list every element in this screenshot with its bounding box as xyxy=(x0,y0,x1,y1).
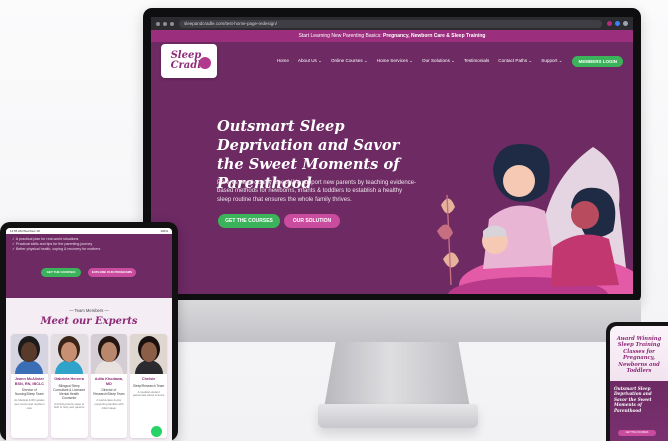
announcement-prefix: Start Learning New Parenting Basics: xyxy=(298,33,382,39)
expert-cards: Jeann McAlister BSN, RN, IBCLC Director … xyxy=(11,334,167,438)
window-controls[interactable] xyxy=(156,21,174,26)
nav-online-courses[interactable]: Online Courses ⌄ xyxy=(331,58,368,64)
our-solution-button[interactable]: OUR SOLUTION xyxy=(284,214,340,228)
phone-screen: Award Winning Sleep Training Classes for… xyxy=(610,326,668,441)
expert-description: As Medical & RN guides new moms and newb… xyxy=(14,398,45,410)
expert-photo xyxy=(130,334,167,374)
monitor-stand xyxy=(324,342,470,408)
expert-description: A thriving family sleep is built to help… xyxy=(53,401,85,410)
nav-home[interactable]: Home xyxy=(277,58,289,64)
expert-card[interactable]: Jeann McAlister BSN, RN, IBCLC Director … xyxy=(11,334,48,438)
expert-role: Sleep/Research Team xyxy=(132,383,165,388)
device-mockup-scene: sleepandcradle.com/test-home-page-redesi… xyxy=(0,0,668,441)
phone-page-title: Award Winning Sleep Training Classes for… xyxy=(616,336,662,375)
expert-card[interactable]: Adila Khodawa, MD Director of Research/S… xyxy=(90,334,128,438)
desktop-screen: sleepandcradle.com/test-home-page-redesi… xyxy=(151,17,633,294)
tablet-device: 11:55 AM Wed Dec 18 100% ✓ A practical p… xyxy=(0,222,178,441)
moon-icon xyxy=(199,57,211,69)
expert-description: A world-class doctor supporting families… xyxy=(94,398,124,410)
browser-extension-icons[interactable] xyxy=(607,21,628,26)
monitor-base xyxy=(318,404,478,428)
expert-photo xyxy=(11,334,48,374)
nav-our-solutions[interactable]: Our Solutions ⌄ xyxy=(422,58,455,64)
expert-card[interactable]: Gabriela Herrera Bilingual Sleep Consult… xyxy=(50,334,88,438)
mother-baby-illustration xyxy=(437,144,633,294)
expert-description: A medical student passionate about scien… xyxy=(132,389,165,398)
whatsapp-icon[interactable] xyxy=(151,426,162,437)
nav-about-us[interactable]: About Us ⌄ xyxy=(298,58,322,64)
browser-toolbar: sleepandcradle.com/test-home-page-redesi… xyxy=(151,17,633,30)
expert-name: Jeann McAlister BSN, RN, IBCLC xyxy=(14,377,45,386)
announcement-bar: Start Learning New Parenting Basics: Pre… xyxy=(151,30,633,42)
nav-support[interactable]: Support ⌄ xyxy=(541,58,562,64)
phone-hero-title: Outsmart Sleep Deprivation and Savor the… xyxy=(614,386,652,413)
expert-role: Director of Research/Sleep Team xyxy=(93,388,125,397)
expert-name: Chelsie xyxy=(141,377,156,381)
monitor-chin xyxy=(143,300,641,342)
expert-name: Adila Khodawa, MD xyxy=(94,377,124,386)
phone-device: Award Winning Sleep Training Classes for… xyxy=(606,322,668,441)
main-nav: Home About Us ⌄ Online Courses ⌄ Home Se… xyxy=(277,58,563,64)
announcement-highlight[interactable]: Pregnancy, Newborn Care & Sleep Training xyxy=(383,33,485,39)
tablet-get-courses-button[interactable]: GET THE COURSES xyxy=(41,268,81,277)
expert-photo xyxy=(90,334,128,374)
nav-contact-paths[interactable]: Contact Paths ⌄ xyxy=(498,58,532,64)
team-section-label: — Team Members — xyxy=(69,308,109,313)
tablet-screen: 11:55 AM Wed Dec 18 100% ✓ A practical p… xyxy=(6,228,172,441)
nav-home-services[interactable]: Home Services ⌄ xyxy=(377,58,413,64)
desktop-monitor: sleepandcradle.com/test-home-page-redesi… xyxy=(143,8,641,304)
members-login-button[interactable]: MEMBERS LOGIN xyxy=(572,55,623,67)
site-logo[interactable]: Sleep Cradle xyxy=(161,44,217,78)
phone-get-courses-button[interactable]: GET THE COURSES xyxy=(618,430,656,436)
site-header: Sleep Cradle Home About Us ⌄ Online Cour… xyxy=(151,42,633,80)
address-bar[interactable]: sleepandcradle.com/test-home-page-redesi… xyxy=(179,19,602,28)
expert-card[interactable]: Chelsie Sleep/Research Team A medical st… xyxy=(130,334,167,438)
nav-testimonials[interactable]: Testimonials xyxy=(464,58,489,64)
expert-photo xyxy=(50,334,88,374)
get-courses-button[interactable]: GET THE COURSES xyxy=(218,214,280,228)
team-section: — Team Members — Meet our Experts Jeann … xyxy=(6,298,172,441)
explore-programs-button[interactable]: EXPLORE OUR PROGRAMS xyxy=(88,268,136,277)
expert-name: Gabriela Herrera xyxy=(54,377,84,381)
expert-role: Bilingual Sleep Consultant & Licensed Me… xyxy=(53,383,86,400)
team-section-title: Meet our Experts xyxy=(40,316,138,327)
tablet-hero-section: ✓ A practical plan for real-world situat… xyxy=(6,234,172,298)
expert-role: Director of Nursing/Sleep Team xyxy=(15,388,44,397)
hero-subtitle: Parents need quality sleep! We support n… xyxy=(217,180,417,203)
benefit-item: ✓ Better physical health, coping & recov… xyxy=(12,247,101,251)
